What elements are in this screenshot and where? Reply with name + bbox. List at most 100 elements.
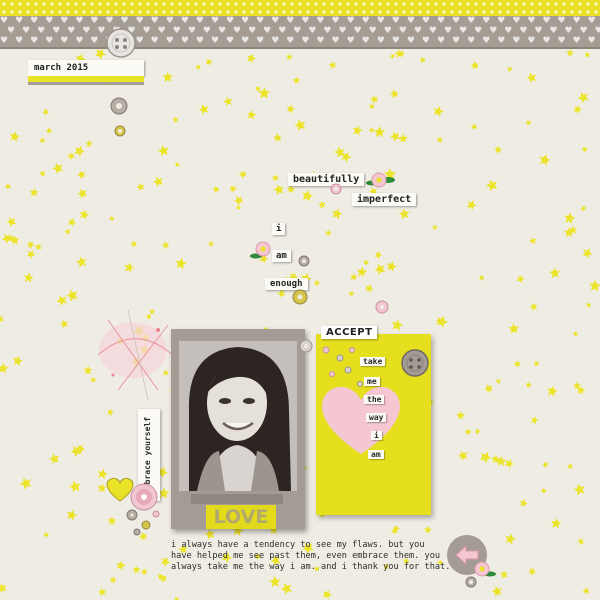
- background-star: [398, 133, 408, 143]
- background-star: [348, 290, 355, 297]
- background-star: [273, 133, 282, 143]
- background-star: [29, 188, 39, 197]
- background-star: [565, 48, 574, 57]
- background-star: [485, 179, 498, 192]
- background-star: [495, 378, 502, 384]
- background-star: [273, 184, 284, 196]
- portrait-photo: [179, 341, 297, 491]
- background-star: [584, 51, 591, 58]
- background-star: [547, 385, 558, 397]
- scrapbook-page: ♥♥♥♥♥♥♥♥♥♥♥♥♥♥♥♥♥♥♥♥♥♥♥♥♥♥♥♥♥♥♥♥♥♥♥♥♥♥♥♥…: [0, 0, 600, 600]
- background-star: [525, 381, 533, 389]
- sequin-icon: [298, 255, 310, 267]
- background-star: [34, 243, 42, 251]
- background-star: [140, 568, 149, 576]
- background-star: [432, 224, 438, 230]
- background-star: [505, 533, 517, 545]
- background-star: [313, 279, 321, 287]
- background-star: [136, 182, 145, 192]
- background-star: [161, 241, 170, 250]
- background-star: [68, 480, 81, 493]
- background-star: [331, 208, 343, 220]
- background-star: [208, 240, 215, 248]
- background-star: [172, 116, 179, 124]
- background-star: [77, 188, 88, 199]
- background-star: [130, 240, 138, 248]
- background-star: [204, 528, 215, 540]
- background-star: [581, 146, 588, 153]
- background-star: [67, 152, 75, 161]
- background-star: [26, 250, 36, 259]
- top-border-band: ♥♥♥♥♥♥♥♥♥♥♥♥♥♥♥♥♥♥♥♥♥♥♥♥♥♥♥♥♥♥♥♥♥♥♥♥♥♥♥♥…: [0, 0, 600, 49]
- background-star: [582, 587, 590, 595]
- background-star: [64, 228, 71, 235]
- background-star: [529, 303, 538, 312]
- background-star: [107, 516, 117, 525]
- background-star: [162, 71, 174, 83]
- background-star: [75, 256, 87, 268]
- background-star: [317, 200, 326, 209]
- background-star: [526, 72, 537, 83]
- background-star: [533, 360, 540, 367]
- sequin-icon: [299, 339, 313, 353]
- flower-icon: [250, 241, 271, 259]
- hearts-pattern: ♥♥♥♥♥♥♥♥♥♥♥♥♥♥♥♥♥♥♥♥♥♥♥♥♥♥♥♥♥♥♥♥♥♥♥♥♥♥♥♥…: [0, 16, 600, 46]
- grey-button-icon: [401, 349, 429, 377]
- background-star: [223, 96, 233, 107]
- background-star: [157, 145, 169, 157]
- journaling-line: always take me the way i am. and i thank…: [171, 562, 451, 572]
- love-caption: LOVE: [206, 505, 276, 529]
- background-star: [9, 131, 21, 142]
- background-star: [328, 61, 337, 69]
- card-word: take: [360, 357, 386, 366]
- background-star: [246, 110, 257, 120]
- background-star: [386, 261, 397, 272]
- background-star: [566, 463, 574, 470]
- background-star: [539, 154, 551, 166]
- card-word: am: [368, 450, 384, 459]
- background-star: [152, 176, 164, 188]
- background-star: [350, 273, 358, 281]
- background-star: [286, 104, 296, 114]
- background-star: [494, 145, 502, 154]
- background-star: [174, 161, 181, 168]
- accept-label: ACCEPT: [321, 326, 378, 339]
- sequin-icon: [375, 300, 389, 314]
- background-star: [362, 259, 369, 266]
- background-star: [586, 302, 592, 309]
- background-star: [508, 323, 520, 334]
- background-star: [269, 575, 281, 588]
- background-star: [79, 209, 90, 220]
- background-star: [212, 185, 220, 194]
- background-star: [286, 53, 293, 61]
- background-star: [23, 272, 34, 283]
- photo-card: LOVE: [171, 329, 305, 529]
- background-star: [66, 289, 78, 302]
- background-star: [352, 125, 363, 136]
- background-star: [238, 170, 247, 179]
- background-star: [436, 136, 444, 144]
- background-star: [108, 215, 115, 222]
- white-button-icon: [106, 28, 136, 58]
- card-word: way: [366, 413, 387, 422]
- background-star: [391, 319, 404, 331]
- background-star: [109, 576, 117, 584]
- background-star: [77, 170, 86, 180]
- background-star: [542, 461, 549, 469]
- background-star: [26, 241, 35, 249]
- band-stitching: [0, 47, 600, 49]
- sequin-icon: [330, 183, 342, 195]
- background-star: [322, 589, 333, 600]
- sequin-icon: [110, 97, 128, 115]
- background-star: [529, 237, 537, 245]
- date-tag-grey-strip: [28, 82, 144, 85]
- journaling-text: i always have a tendency to see my flaws…: [171, 540, 451, 573]
- background-star: [500, 570, 509, 579]
- background-star: [436, 315, 449, 328]
- background-star: [365, 284, 374, 293]
- background-star: [368, 127, 375, 134]
- background-star: [507, 66, 513, 73]
- yellow-journal-card: take me the way i am: [316, 334, 431, 515]
- background-star: [286, 184, 296, 193]
- background-star: [573, 483, 585, 496]
